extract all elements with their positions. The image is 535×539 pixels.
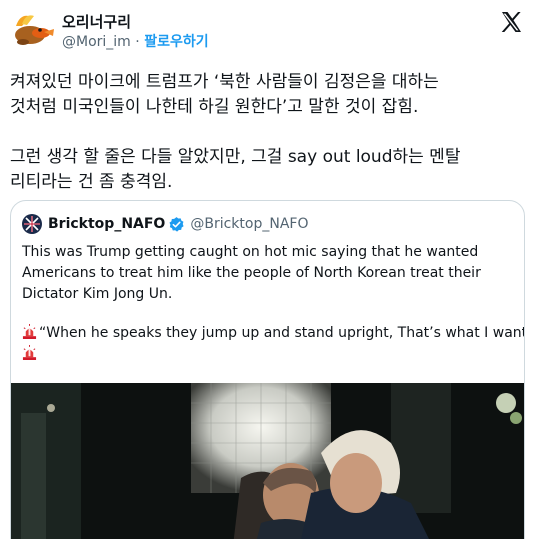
quoted-text-line: Americans to treat him like the people o… xyxy=(22,265,481,281)
tweet-header: 오리너구리 @Mori_im · 팔로우하기 xyxy=(10,8,525,56)
author-display-name[interactable]: 오리너구리 xyxy=(62,12,209,32)
avatar[interactable] xyxy=(10,8,54,52)
author-info: 오리너구리 @Mori_im · 팔로우하기 xyxy=(62,12,209,52)
x-logo-icon[interactable] xyxy=(499,10,523,34)
quoted-tweet-body: This was Trump getting caught on hot mic… xyxy=(22,242,524,365)
follow-button[interactable]: 팔로우하기 xyxy=(144,34,208,50)
quoted-handle[interactable]: @Bricktop_NAFO xyxy=(190,216,308,232)
quoted-text-line: Dictator Kim Jong Un. xyxy=(22,286,173,302)
verified-badge-icon xyxy=(168,216,185,233)
quoted-avatar[interactable] xyxy=(22,214,42,234)
tweet-text-line: 그런 생각 할 줄은 다들 알았지만, 그걸 say out loud하는 멘탈 xyxy=(10,147,461,167)
quoted-text-line: This was Trump getting caught on hot mic… xyxy=(22,244,479,260)
tweet-text-line: 켜져있던 마이크에 트럼프가 ‘북한 사람들이 김정은을 대하는 xyxy=(10,72,439,92)
handle-separator: · xyxy=(135,34,140,50)
author-handle[interactable]: @Mori_im xyxy=(62,34,131,50)
author-handle-line: @Mori_im · 팔로우하기 xyxy=(62,32,209,52)
police-light-icon xyxy=(22,324,37,339)
video-thumbnail[interactable] xyxy=(11,383,524,539)
quoted-tweet-header: Bricktop_NAFO @Bricktop_NAFO xyxy=(22,213,308,235)
quoted-display-name[interactable]: Bricktop_NAFO xyxy=(48,216,165,232)
quoted-tweet[interactable]: Bricktop_NAFO @Bricktop_NAFO This was Tr… xyxy=(10,200,525,539)
police-light-icon xyxy=(22,345,37,360)
tweet-text-line: 것처럼 미국인들이 나한테 하길 원한다’고 말한 것이 잡힘. xyxy=(10,97,419,117)
quoted-quote-line-2 xyxy=(22,344,517,365)
tweet-body: 켜져있던 마이크에 트럼프가 ‘북한 사람들이 김정은을 대하는 것처럼 미국인… xyxy=(10,70,525,195)
quoted-quote-text: “When he speaks they jump up and stand u… xyxy=(39,325,525,341)
quoted-quote-line: “When he speaks they jump up and stand u… xyxy=(22,323,524,344)
tweet-text-line: 리티라는 건 좀 충격임. xyxy=(10,172,173,192)
